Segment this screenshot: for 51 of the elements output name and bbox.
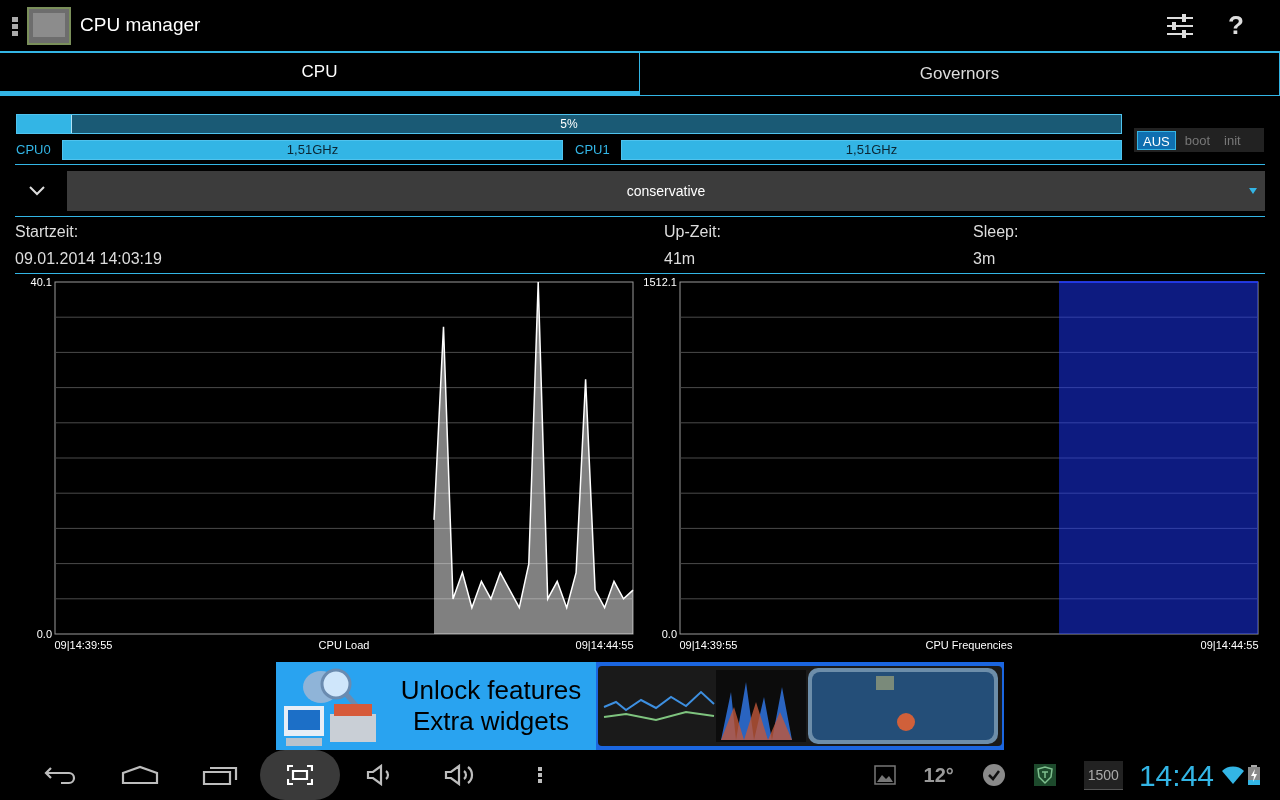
info-label: Up-Zeit: bbox=[664, 222, 722, 242]
recent-apps-icon bbox=[202, 764, 238, 786]
nav-button[interactable] bbox=[260, 750, 340, 800]
picture-icon bbox=[873, 765, 896, 785]
apply-option[interactable]: AUS bbox=[1137, 130, 1176, 150]
clock-time: 14:44 bbox=[1138, 757, 1214, 794]
menu-icon bbox=[537, 766, 543, 784]
frequency-reading: 1,51GHz bbox=[285, 141, 340, 160]
sliders-icon bbox=[1167, 13, 1193, 38]
dropdown-arrow-icon bbox=[1249, 188, 1257, 194]
app-title: CPU manager bbox=[80, 13, 201, 38]
x-tick-label: 09|14:39:55 bbox=[54, 639, 113, 651]
temperature-text: 12° bbox=[923, 763, 954, 788]
x-tick-label: 09|14:44:55 bbox=[575, 639, 634, 651]
usage-percent: 5% bbox=[559, 116, 579, 133]
info-label: Startzeit: bbox=[15, 222, 80, 242]
apply-option[interactable]: init bbox=[1219, 130, 1246, 150]
wifi-icon bbox=[1222, 766, 1244, 784]
chevron-icon bbox=[29, 186, 45, 196]
governor-dropdown[interactable]: conservative bbox=[67, 171, 1265, 211]
chart-title: CPU Load bbox=[318, 639, 370, 651]
core-label: CPU1 bbox=[575, 141, 611, 160]
ad-headline: Extra widgets bbox=[412, 706, 570, 737]
frequency-reading: 1,51GHz bbox=[844, 141, 899, 160]
volume-up-icon bbox=[444, 764, 476, 786]
info-label: Sleep: bbox=[973, 222, 1020, 242]
info-value: 09.01.2014 14:03:19 bbox=[15, 249, 163, 269]
ad-headline: Unlock features bbox=[400, 675, 582, 706]
y-tick-label: 1512.1 bbox=[643, 276, 677, 288]
chip-icon bbox=[26, 5, 72, 46]
counter-widget: 1500 bbox=[1083, 760, 1123, 790]
overflow-icon bbox=[12, 15, 18, 36]
screenshot-icon bbox=[287, 765, 313, 785]
chart-title: CPU Frequencies bbox=[925, 639, 1013, 651]
shield-icon bbox=[1033, 764, 1056, 786]
check-badge-icon bbox=[981, 763, 1006, 787]
x-tick-label: 09|14:39:55 bbox=[679, 639, 738, 651]
apply-option[interactable]: boot bbox=[1179, 130, 1216, 150]
y-tick-label: 0.0 bbox=[661, 628, 677, 640]
home-icon bbox=[121, 765, 159, 785]
y-tick-label: 40.1 bbox=[30, 276, 52, 288]
help-button[interactable]: ? bbox=[1208, 5, 1264, 46]
y-tick-label: 0.0 bbox=[36, 628, 52, 640]
core-label: CPU0 bbox=[16, 141, 52, 160]
back-icon bbox=[43, 765, 77, 785]
battery-charging-icon bbox=[1248, 765, 1260, 785]
info-value: 41m bbox=[664, 249, 697, 269]
tab[interactable]: Governors bbox=[640, 53, 1280, 95]
x-tick-label: 09|14:44:55 bbox=[1200, 639, 1259, 651]
info-value: 3m bbox=[973, 249, 997, 269]
tab[interactable]: CPU bbox=[0, 53, 640, 95]
